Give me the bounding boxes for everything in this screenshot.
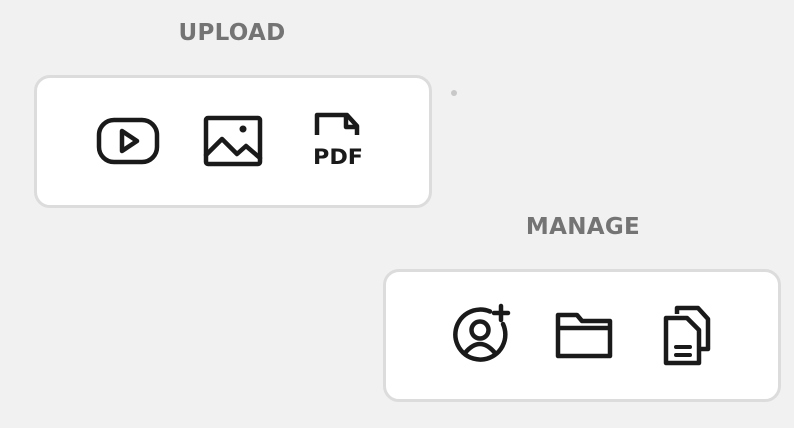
- upload-image-button[interactable]: [193, 101, 273, 181]
- manage-section-title: MANAGE: [525, 214, 641, 240]
- manage-panel: [383, 269, 781, 402]
- folder-icon: [555, 312, 613, 359]
- documents-button[interactable]: [648, 295, 728, 375]
- documents-icon: [663, 305, 711, 366]
- upload-panel: PDF: [34, 75, 432, 208]
- add-user-icon: [453, 303, 511, 362]
- upload-pdf-button[interactable]: PDF: [300, 101, 380, 181]
- add-user-button[interactable]: [441, 295, 521, 375]
- upload-video-button[interactable]: [88, 101, 168, 181]
- image-icon: [203, 115, 263, 167]
- video-play-icon: [96, 117, 160, 165]
- svg-text:PDF: PDF: [313, 145, 363, 169]
- decorative-dot: [451, 90, 457, 96]
- pdf-file-icon: PDF: [313, 112, 363, 169]
- upload-section-title: UPLOAD: [178, 20, 286, 46]
- folder-button[interactable]: [544, 295, 624, 375]
